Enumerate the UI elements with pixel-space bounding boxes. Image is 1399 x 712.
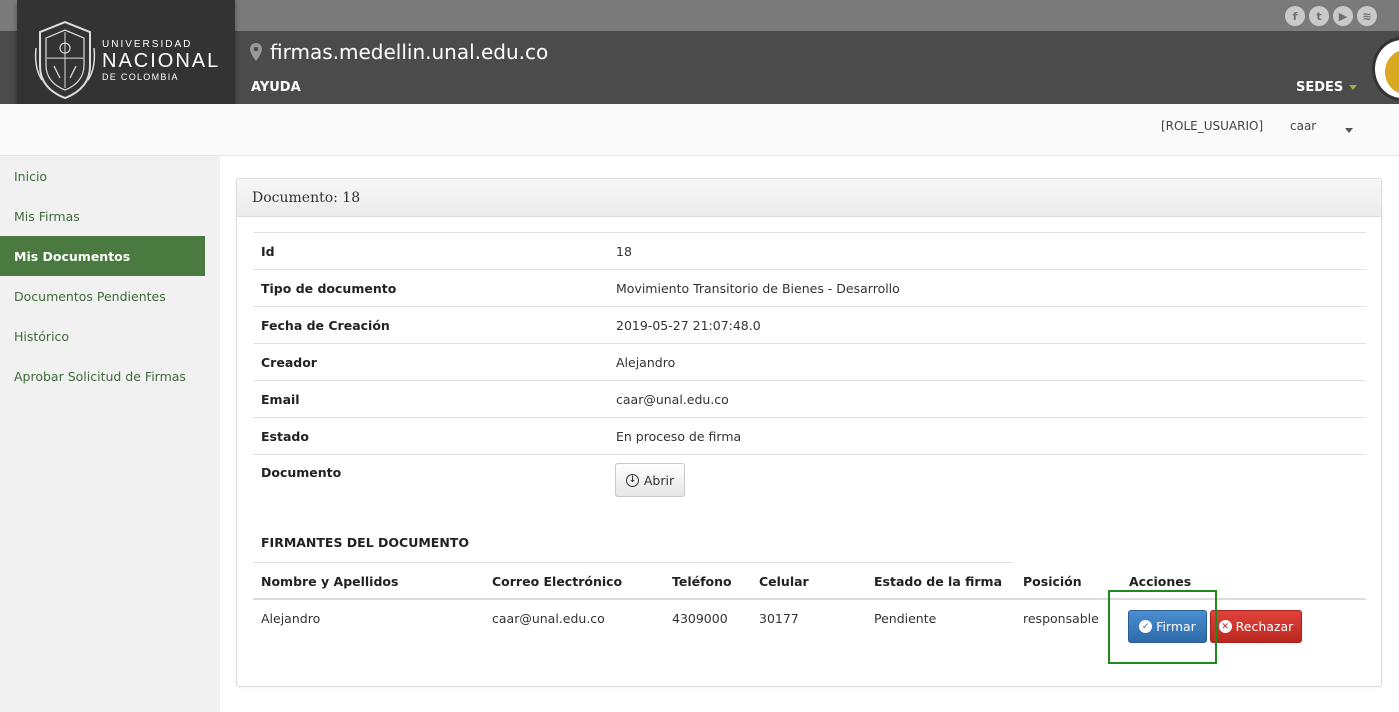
sidebar-item-historico[interactable]: Histórico — [0, 316, 205, 356]
detail-row: Tipo de documento Movimiento Transitorio… — [253, 269, 1366, 306]
detail-value: Alejandro — [616, 354, 676, 370]
detail-row: Fecha de Creación 2019-05-27 21:07:48.0 — [253, 306, 1366, 343]
sedes-dropdown[interactable]: SEDES — [1296, 80, 1358, 95]
sedes-label: SEDES — [1296, 80, 1344, 95]
detail-row: Creador Alejandro — [253, 343, 1366, 380]
sidebar-item-mis-firmas[interactable]: Mis Firmas — [0, 196, 205, 236]
detail-row: Email caar@unal.edu.co — [253, 380, 1366, 417]
column-header: Posición — [1023, 574, 1082, 589]
column-header: Estado de la firma — [874, 574, 1003, 589]
detail-row: Id 18 — [253, 232, 1366, 269]
detail-label: Estado — [261, 428, 309, 444]
column-header: Acciones — [1129, 574, 1192, 589]
sidebar-item-documentos-pendientes[interactable]: Documentos Pendientes — [0, 276, 205, 316]
detail-label: Id — [261, 243, 275, 259]
detail-value: 2019-05-27 21:07:48.0 — [616, 317, 761, 333]
detail-value: Movimiento Transitorio de Bienes - Desar… — [616, 280, 900, 296]
detail-value: caar@unal.edu.co — [616, 391, 729, 407]
open-button-label: Abrir — [643, 472, 675, 488]
user-role: [ROLE_USUARIO] — [1161, 119, 1264, 133]
close-circle-icon: ✕ — [1218, 620, 1232, 633]
signer-position: responsable — [1023, 611, 1099, 626]
facebook-icon[interactable]: f — [1285, 6, 1305, 26]
signer-email: caar@unal.edu.co — [492, 611, 605, 626]
detail-label: Fecha de Creación — [261, 317, 390, 333]
detail-label: Tipo de documento — [261, 280, 397, 296]
signers-title: FIRMANTES DEL DOCUMENTO — [261, 535, 469, 550]
column-header: Teléfono — [672, 574, 732, 589]
panel-title: Documento: 18 — [237, 179, 1381, 217]
social-icons: f t ▶ ≋ — [1285, 6, 1377, 26]
site-title[interactable]: firmas.medellin.unal.edu.co — [250, 40, 548, 64]
highlight-box — [1108, 590, 1217, 664]
signer-name: Alejandro — [261, 611, 321, 626]
twitter-icon[interactable]: t — [1309, 6, 1329, 26]
user-menu-caret-icon[interactable] — [1345, 128, 1353, 133]
help-link[interactable]: AYUDA — [251, 80, 301, 95]
signer-phone: 4309000 — [672, 611, 728, 626]
sidebar-item-mis-documentos[interactable]: Mis Documentos — [0, 236, 205, 276]
chevron-down-icon — [1349, 85, 1358, 90]
site-url: firmas.medellin.unal.edu.co — [270, 40, 549, 64]
sidebar: Inicio Mis Firmas Mis Documentos Documen… — [0, 156, 220, 712]
detail-label: Email — [261, 391, 300, 407]
user-menu[interactable]: caar — [1290, 119, 1316, 133]
column-header: Nombre y Apellidos — [261, 574, 399, 589]
detail-row: Estado En proceso de firma — [253, 417, 1366, 454]
signer-status: Pendiente — [874, 611, 937, 626]
open-document-button[interactable]: ↓ Abrir — [615, 463, 685, 497]
download-icon: ↓ — [625, 473, 639, 487]
location-pin-icon — [250, 43, 262, 61]
column-header: Correo Electrónico — [492, 574, 623, 589]
logo-line-3: DE COLOMBIA — [102, 71, 179, 82]
sidebar-item-inicio[interactable]: Inicio — [0, 156, 205, 196]
rss-icon[interactable]: ≋ — [1357, 6, 1377, 26]
reject-button-label: Rechazar — [1235, 619, 1294, 634]
detail-label: Documento — [261, 465, 342, 480]
detail-label: Creador — [261, 354, 317, 370]
signer-mobile: 30177 — [759, 611, 799, 626]
detail-value: En proceso de firma — [616, 428, 742, 444]
detail-row: Documento — [253, 454, 1366, 491]
detail-value: 18 — [616, 243, 632, 259]
column-header: Celular — [759, 574, 809, 589]
sidebar-item-aprobar-solicitud[interactable]: Aprobar Solicitud de Firmas — [0, 356, 205, 396]
university-seal-icon — [34, 21, 96, 100]
youtube-icon[interactable]: ▶ — [1333, 6, 1353, 26]
reject-button[interactable]: ✕ Rechazar — [1210, 610, 1302, 643]
logo-line-1: UNIVERSIDAD — [102, 38, 193, 50]
logo-line-2: NACIONAL — [102, 49, 221, 72]
